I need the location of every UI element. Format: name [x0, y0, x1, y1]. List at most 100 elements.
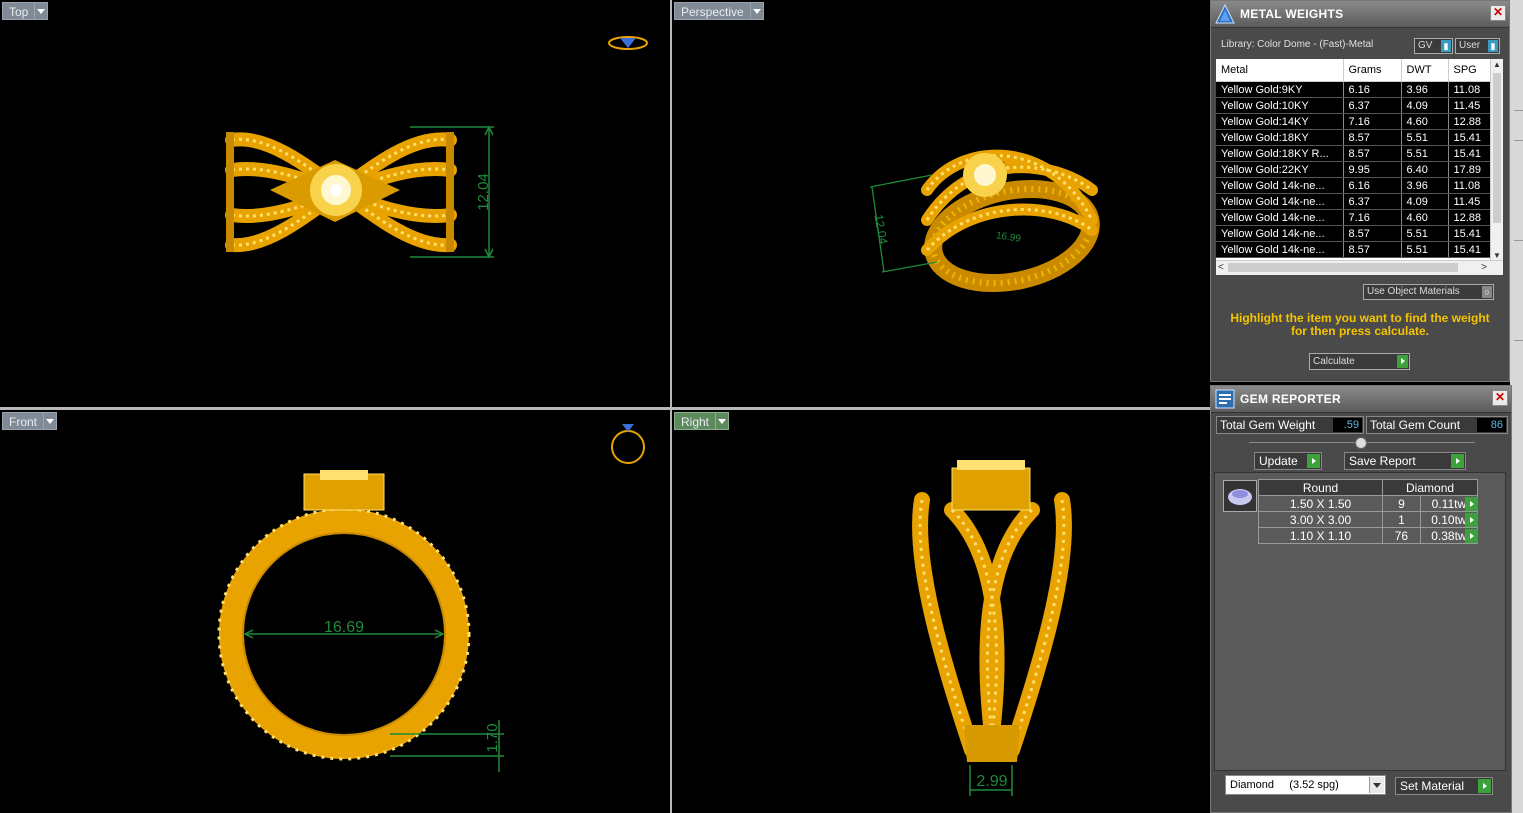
ring-thumbnail-icon: [611, 424, 645, 464]
cell: 5.51: [1401, 129, 1449, 146]
cell: 6.16: [1343, 177, 1402, 194]
gv-label: GV: [1418, 40, 1433, 51]
gem-reporter-titlebar[interactable]: GEM REPORTER ✕: [1211, 386, 1511, 413]
table-row[interactable]: Yellow Gold 14k-ne... 6.37 4.09 11.45: [1216, 193, 1492, 210]
gem-row[interactable]: 3.00 X 3.00 1 0.10tw: [1257, 511, 1479, 528]
material-header: Diamond: [1382, 479, 1478, 496]
table-row[interactable]: Yellow Gold:14KY 7.16 4.60 12.88: [1216, 113, 1492, 130]
cell: 15.41: [1448, 145, 1492, 162]
column-header-metal[interactable]: Metal: [1216, 59, 1344, 82]
vertical-scrollbar[interactable]: ▲ ▼: [1490, 59, 1503, 261]
library-label: Library: Color Dome - (Fast)-Metal: [1221, 39, 1374, 50]
gem-shape-thumbnail[interactable]: [1223, 480, 1257, 512]
gem-reporter-panel: GEM REPORTER ✕ Total Gem Weight .59 Tota…: [1210, 385, 1512, 813]
save-report-label: Save Report: [1349, 454, 1416, 468]
metal-weights-icon: [1215, 3, 1235, 24]
gem-size: 1.10 X 1.10: [1257, 527, 1384, 544]
table-row[interactable]: Yellow Gold:9KY 6.16 3.96 11.08: [1216, 81, 1492, 98]
panel-title: GEM REPORTER: [1240, 392, 1341, 406]
viewport-perspective[interactable]: Perspective 12.04 16.99: [672, 0, 1210, 407]
table-row[interactable]: Yellow Gold:18KY 8.57 5.51 15.41: [1216, 129, 1492, 146]
viewport-front[interactable]: Front 16.69 1.70: [0, 410, 670, 813]
ring-thumbnail-icon: [608, 36, 648, 50]
total-gem-weight-label: Total Gem Weight: [1220, 418, 1316, 432]
scroll-up-icon[interactable]: ▲: [1493, 60, 1501, 69]
calculate-label: Calculate: [1313, 356, 1355, 367]
column-header-dwt[interactable]: DWT: [1401, 59, 1449, 82]
play-icon: [1478, 779, 1491, 793]
cell: Yellow Gold 14k-ne...: [1216, 177, 1344, 194]
viewport-right[interactable]: Right 2.99: [672, 410, 1210, 813]
column-header-spg[interactable]: SPG: [1448, 59, 1492, 82]
material-select[interactable]: Diamond (3.52 spg): [1225, 775, 1386, 795]
ring-right-view: 2.99: [912, 460, 1072, 796]
total-gem-count: Total Gem Count 86: [1366, 416, 1508, 434]
cell: 11.45: [1448, 193, 1492, 210]
chevron-down-icon[interactable]: [1369, 777, 1384, 793]
scroll-down-icon[interactable]: ▼: [1493, 251, 1501, 260]
cell: 6.16: [1343, 81, 1402, 98]
cell: 7.16: [1343, 209, 1402, 226]
update-button[interactable]: Update: [1254, 452, 1322, 470]
cell: Yellow Gold:14KY: [1216, 113, 1344, 130]
gem-size: 3.00 X 3.00: [1257, 511, 1384, 528]
dimension-label-width: 16.99: [995, 230, 1022, 244]
gem-row[interactable]: 1.10 X 1.10 76 0.38tw: [1257, 527, 1479, 544]
use-object-materials-toggle[interactable]: Use Object Materials ○: [1363, 284, 1494, 300]
round-gem-icon: [1228, 489, 1252, 505]
select-row-button[interactable]: [1465, 497, 1478, 511]
table-row[interactable]: Yellow Gold 14k-ne... 6.16 3.96 11.08: [1216, 177, 1492, 194]
cell: 12.88: [1448, 113, 1492, 130]
center-stone: [310, 164, 362, 216]
cell: 5.51: [1401, 145, 1449, 162]
dimension-label-height: 12.04: [871, 213, 890, 245]
table-row[interactable]: Yellow Gold:10KY 6.37 4.09 11.45: [1216, 97, 1492, 114]
set-material-button[interactable]: Set Material: [1395, 777, 1493, 795]
cell: 5.51: [1401, 225, 1449, 242]
gem-report-table: Round Diamond 1.50 X 1.50 9 0.11tw 3.00 …: [1257, 479, 1479, 544]
select-row-button[interactable]: [1465, 513, 1478, 527]
horizontal-scrollbar[interactable]: < >: [1216, 260, 1503, 275]
total-gem-count-label: Total Gem Count: [1370, 418, 1461, 432]
gv-toggle[interactable]: GV ▮: [1414, 38, 1453, 54]
table-row[interactable]: Yellow Gold:18KY R... 8.57 5.51 15.41: [1216, 145, 1492, 162]
cell: Yellow Gold 14k-ne...: [1216, 209, 1344, 226]
cell: 12.88: [1448, 209, 1492, 226]
user-toggle[interactable]: User ▮: [1455, 38, 1500, 54]
calculate-button[interactable]: Calculate: [1309, 353, 1410, 370]
table-row[interactable]: Yellow Gold 14k-ne... 8.57 5.51 15.41: [1216, 241, 1492, 258]
gem-count: 1: [1382, 511, 1421, 528]
ring-perspective-view: 12.04 16.99: [869, 149, 1100, 293]
scroll-right-icon[interactable]: >: [1481, 261, 1487, 275]
table-row[interactable]: Yellow Gold:22KY 9.95 6.40 17.89: [1216, 161, 1492, 178]
slider-handle[interactable]: [1355, 437, 1367, 449]
metal-weights-panel: METAL WEIGHTS ✕ Library: Color Dome - (F…: [1210, 0, 1510, 382]
metal-weights-titlebar[interactable]: METAL WEIGHTS ✕: [1211, 1, 1509, 28]
viewport-top[interactable]: Top 12.04: [0, 0, 670, 407]
scroll-thumb[interactable]: [1493, 73, 1501, 223]
scroll-left-icon[interactable]: <: [1218, 261, 1224, 275]
cell: 7.16: [1343, 113, 1402, 130]
cell: Yellow Gold 14k-ne...: [1216, 241, 1344, 258]
table-row[interactable]: Yellow Gold 14k-ne... 8.57 5.51 15.41: [1216, 225, 1492, 242]
cell: 15.41: [1448, 129, 1492, 146]
panel-title: METAL WEIGHTS: [1240, 7, 1344, 21]
metal-weights-grid[interactable]: Metal Grams DWT SPG Yellow Gold:9KY 6.16 3…: [1216, 59, 1503, 275]
gem-count: 9: [1382, 495, 1421, 512]
close-icon[interactable]: ✕: [1490, 5, 1506, 21]
table-row[interactable]: Yellow Gold 14k-ne... 7.16 4.60 12.88: [1216, 209, 1492, 226]
cell: 6.37: [1343, 97, 1402, 114]
total-gem-weight: Total Gem Weight .59: [1216, 416, 1364, 434]
cell: Yellow Gold:18KY R...: [1216, 145, 1344, 162]
save-report-button[interactable]: Save Report: [1344, 452, 1466, 470]
cell: Yellow Gold:10KY: [1216, 97, 1344, 114]
column-header-grams[interactable]: Grams: [1343, 59, 1402, 82]
select-row-button[interactable]: [1465, 529, 1478, 543]
close-icon[interactable]: ✕: [1492, 390, 1508, 406]
dimension-label-height: 12.04: [475, 173, 492, 211]
update-label: Update: [1259, 454, 1298, 468]
scroll-thumb[interactable]: [1228, 263, 1458, 272]
gem-row[interactable]: 1.50 X 1.50 9 0.11tw: [1257, 495, 1479, 512]
gem-list-area: Round Diamond 1.50 X 1.50 9 0.11tw 3.00 …: [1214, 472, 1506, 771]
viewport-divider-horizontal[interactable]: [0, 407, 1210, 410]
